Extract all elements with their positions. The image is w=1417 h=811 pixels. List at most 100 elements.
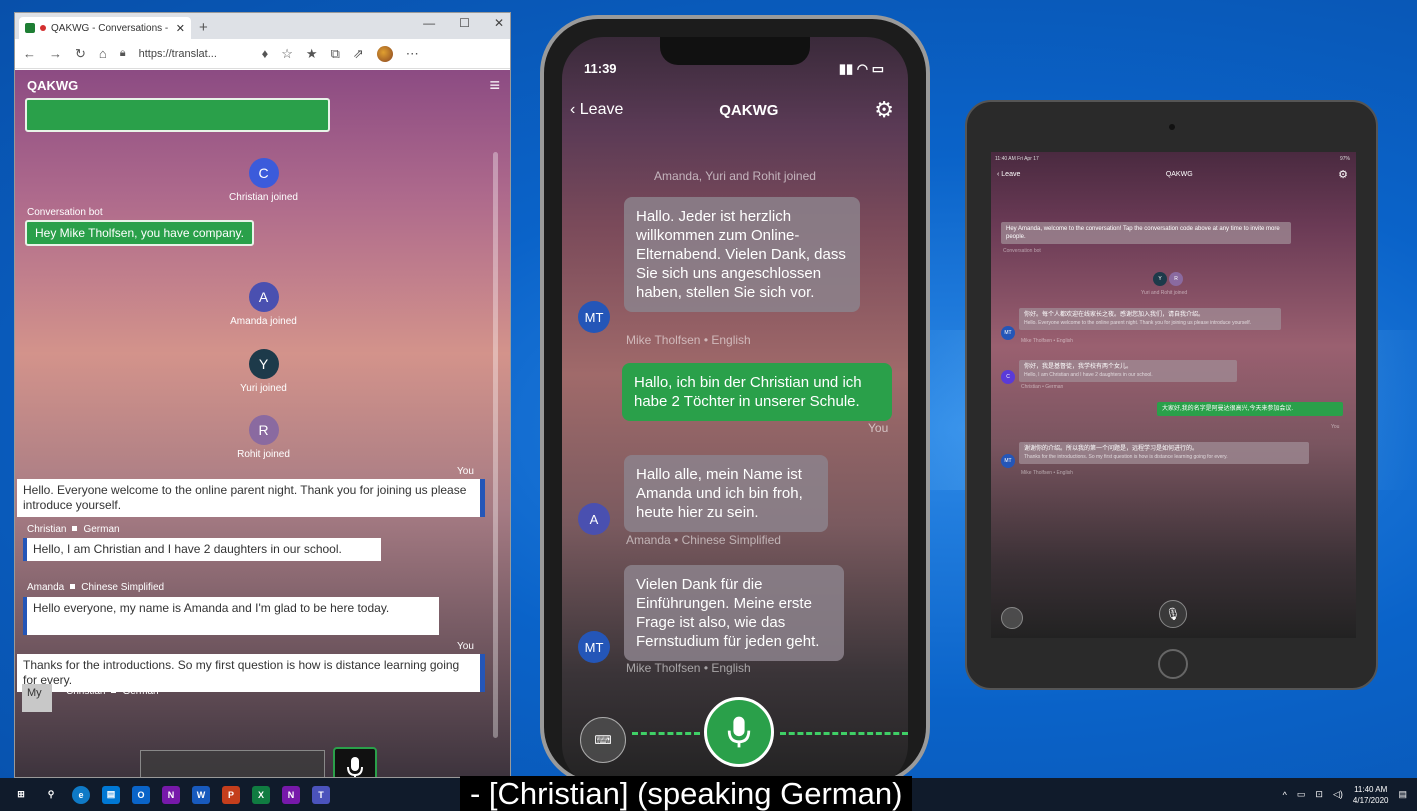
settings-icon[interactable]: ⚙	[874, 97, 894, 123]
you-label: You	[457, 641, 474, 652]
microphone-button[interactable]: 🎙︎	[1159, 600, 1187, 628]
sender-label: Christian German	[27, 524, 120, 535]
phone-screen: 11:39 ▮▮ ◠ ▭ ‹ Leave QAKWG ⚙ Amanda, Yur…	[562, 37, 908, 787]
lock-icon: 🔒︎	[119, 47, 126, 59]
sender-name: Amanda	[27, 582, 65, 593]
clock[interactable]: 11:40 AM 4/17/2020	[1353, 784, 1389, 806]
new-tab-button[interactable]: +	[199, 19, 208, 36]
recording-icon	[40, 25, 46, 31]
volume-icon[interactable]: ◁)	[1333, 789, 1343, 800]
favorites-icon[interactable]: ★	[306, 46, 318, 62]
microphone-icon	[347, 757, 363, 777]
tablet-screen: 11:40 AM Fri Apr 17 97% ‹ Leave QAKWG ⚙ …	[991, 152, 1356, 638]
translated-text: 谢谢你的介绍。所以我的第一个问题是，远程学习是如何进行的。	[1024, 446, 1199, 452]
favorite-star-icon[interactable]: ☆	[281, 46, 293, 62]
chat-message: Hallo alle, mein Name ist Amanda und ich…	[624, 455, 828, 532]
minimize-icon[interactable]: —	[423, 16, 435, 30]
more-icon[interactable]: ⋯	[406, 46, 419, 62]
edge-icon[interactable]: e	[72, 785, 90, 804]
chat-message: 你好，我是基督徒，我学校有两个女儿。 Hello, I am Christian…	[1019, 360, 1237, 382]
teams-icon[interactable]: T	[312, 785, 330, 804]
chat-message: 谢谢你的介绍。所以我的第一个问题是，远程学习是如何进行的。 Thanks for…	[1019, 442, 1309, 464]
avatar: R	[1169, 272, 1183, 286]
outlook-icon[interactable]: O	[132, 785, 150, 804]
word-icon[interactable]: W	[192, 785, 210, 804]
sender-language: Chinese Simplified	[81, 582, 165, 593]
chat-message: 大家好,我的名字是阿曼达很高兴,今天来参加会议.	[1157, 402, 1343, 416]
mic-permission-icon[interactable]: ♦	[262, 46, 269, 61]
sender-label: Conversation bot	[27, 207, 103, 218]
sender-name: Christian	[27, 524, 67, 535]
phone-nav-bar: ‹ Leave QAKWG ⚙	[570, 97, 894, 123]
browser-tab[interactable]: QAKWG - Conversations - T ✕	[19, 17, 191, 39]
message-input[interactable]	[140, 750, 325, 777]
join-event: Yuri and Rohit joined	[1141, 290, 1188, 296]
battery-icon[interactable]: ▭	[1297, 789, 1306, 800]
avatar: MT	[1001, 454, 1015, 468]
keyboard-icon: ⌨	[594, 733, 612, 747]
notification-icon[interactable]: ▤	[1398, 789, 1407, 800]
join-text: Amanda joined	[230, 316, 297, 327]
chat-message: Hallo, ich bin der Christian und ich hab…	[622, 363, 892, 421]
profile-avatar[interactable]	[376, 45, 393, 62]
close-tab-icon[interactable]: ✕	[176, 22, 185, 35]
search-icon[interactable]: ⚲	[42, 786, 60, 804]
chevron-up-icon[interactable]: ^	[1283, 790, 1287, 800]
share-icon[interactable]: ⇗	[353, 46, 364, 62]
excel-icon[interactable]: X	[252, 785, 270, 804]
join-text: Christian joined	[229, 192, 298, 203]
avatar: Y	[1153, 272, 1167, 286]
sender-language: German	[83, 524, 120, 535]
message-meta: Mike Tholfsen • English	[626, 661, 751, 675]
tablet-status-bar: 11:40 AM Fri Apr 17 97%	[995, 156, 1350, 162]
separator-icon	[111, 687, 117, 693]
microphone-button[interactable]	[333, 747, 377, 777]
home-icon[interactable]: ⌂	[99, 46, 107, 61]
keyboard-button[interactable]	[1001, 607, 1023, 629]
chat-message: Hallo. Jeder ist herzlich willkommen zum…	[624, 197, 860, 312]
you-label: You	[457, 466, 474, 477]
message-meta: Amanda • Chinese Simplified	[626, 533, 781, 547]
settings-icon[interactable]: ⚙	[1338, 168, 1348, 181]
close-window-icon[interactable]: ✕	[494, 16, 504, 30]
favicon-icon	[25, 23, 35, 33]
translated-text: 你好。每个人都欢迎在线家长之夜。感谢您加入我们，请自我介绍。	[1024, 312, 1205, 318]
menu-icon[interactable]: ≡	[489, 75, 500, 96]
you-label: You	[1331, 424, 1340, 430]
forward-icon[interactable]: →	[49, 46, 62, 61]
onenote2-icon[interactable]: N	[282, 785, 300, 804]
previous-bot-message	[25, 98, 330, 132]
explorer-icon[interactable]: ▤	[102, 785, 120, 804]
clock-date: 4/17/2020	[1352, 795, 1389, 805]
leave-button[interactable]: ‹ Leave	[997, 171, 1020, 178]
leave-button[interactable]: ‹ Leave	[570, 101, 623, 119]
avatar: C	[248, 158, 279, 188]
app-header: QAKWG ≡	[15, 70, 510, 100]
onenote-icon[interactable]: N	[162, 785, 180, 804]
back-icon[interactable]: ←	[23, 46, 36, 61]
keyboard-button[interactable]: ⌨	[580, 717, 626, 763]
separator-icon	[70, 584, 76, 589]
join-event: Y Yuri joined	[15, 349, 510, 394]
maximize-icon[interactable]: ☐	[459, 16, 470, 30]
scrollbar[interactable]	[493, 152, 498, 738]
refresh-icon[interactable]: ↻	[75, 46, 86, 62]
microphone-button[interactable]	[704, 697, 774, 767]
join-event: R Rohit joined	[15, 415, 510, 460]
avatar: MT	[578, 631, 610, 663]
collections-icon[interactable]: ⧉	[331, 46, 340, 62]
leave-label: Leave	[1001, 171, 1021, 178]
draft-row: My Christian German	[22, 684, 159, 712]
join-event: A Amanda joined	[15, 282, 510, 327]
phone-status-bar: 11:39 ▮▮ ◠ ▭	[584, 61, 884, 77]
network-icon[interactable]: ⊡	[1315, 789, 1323, 800]
avatar: Y	[248, 349, 279, 379]
clock-time: 11:40 AM	[1354, 784, 1388, 794]
camera-icon	[1169, 124, 1175, 130]
home-button[interactable]	[1158, 649, 1188, 679]
message-meta: Mike Tholfsen • English	[626, 333, 751, 347]
start-icon[interactable]: ⊞	[12, 786, 30, 804]
powerpoint-icon[interactable]: P	[222, 785, 240, 804]
avatar: C	[1001, 370, 1015, 384]
url-field[interactable]: https://translat...	[139, 48, 249, 60]
